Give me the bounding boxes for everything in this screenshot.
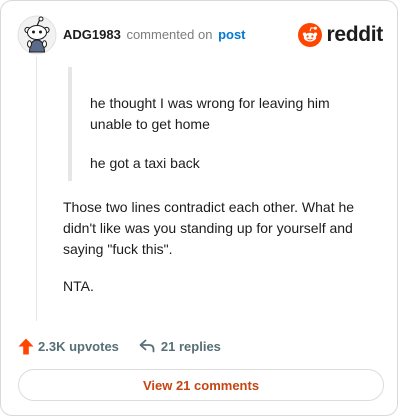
post-link[interactable]: post <box>218 27 245 42</box>
upvotes-stat[interactable]: 2.3K upvotes <box>18 338 119 355</box>
snoo-avatar-icon[interactable] <box>17 15 57 55</box>
comment-stats: 2.3K upvotes 21 replies <box>18 336 221 356</box>
reddit-wordmark: reddit <box>326 23 383 46</box>
comment-meta: ADG1983 commented on post <box>63 27 246 42</box>
reddit-logo-icon <box>298 23 323 47</box>
username-link[interactable]: ADG1983 <box>63 27 121 42</box>
comment-header: ADG1983 commented on post reddit <box>17 15 383 55</box>
view-comments-button[interactable]: View 21 comments <box>18 369 384 401</box>
commented-on-text: commented on <box>126 27 213 42</box>
upvote-arrow-icon <box>18 338 34 354</box>
quote-block: he thought I was wrong for leaving him u… <box>68 67 368 181</box>
thread-line <box>36 57 37 321</box>
upvotes-count: 2.3K upvotes <box>38 338 119 354</box>
comment-paragraph-1: Those two lines contradict each other. W… <box>63 199 355 257</box>
quote-line-2: he got a taxi back <box>90 155 200 171</box>
view-comments-label: View 21 comments <box>142 377 260 393</box>
reply-arrow-icon <box>139 339 155 353</box>
replies-stat[interactable]: 21 replies <box>139 339 221 354</box>
reddit-logo[interactable]: reddit <box>298 20 383 50</box>
comment-embed-card: ADG1983 commented on post reddit he thou… <box>0 0 398 416</box>
quote-line-1: he thought I was wrong for leaving him u… <box>90 95 330 132</box>
comment-body: Those two lines contradict each other. W… <box>63 197 381 297</box>
replies-count: 21 replies <box>160 338 221 354</box>
comment-paragraph-2: NTA. <box>63 278 94 294</box>
